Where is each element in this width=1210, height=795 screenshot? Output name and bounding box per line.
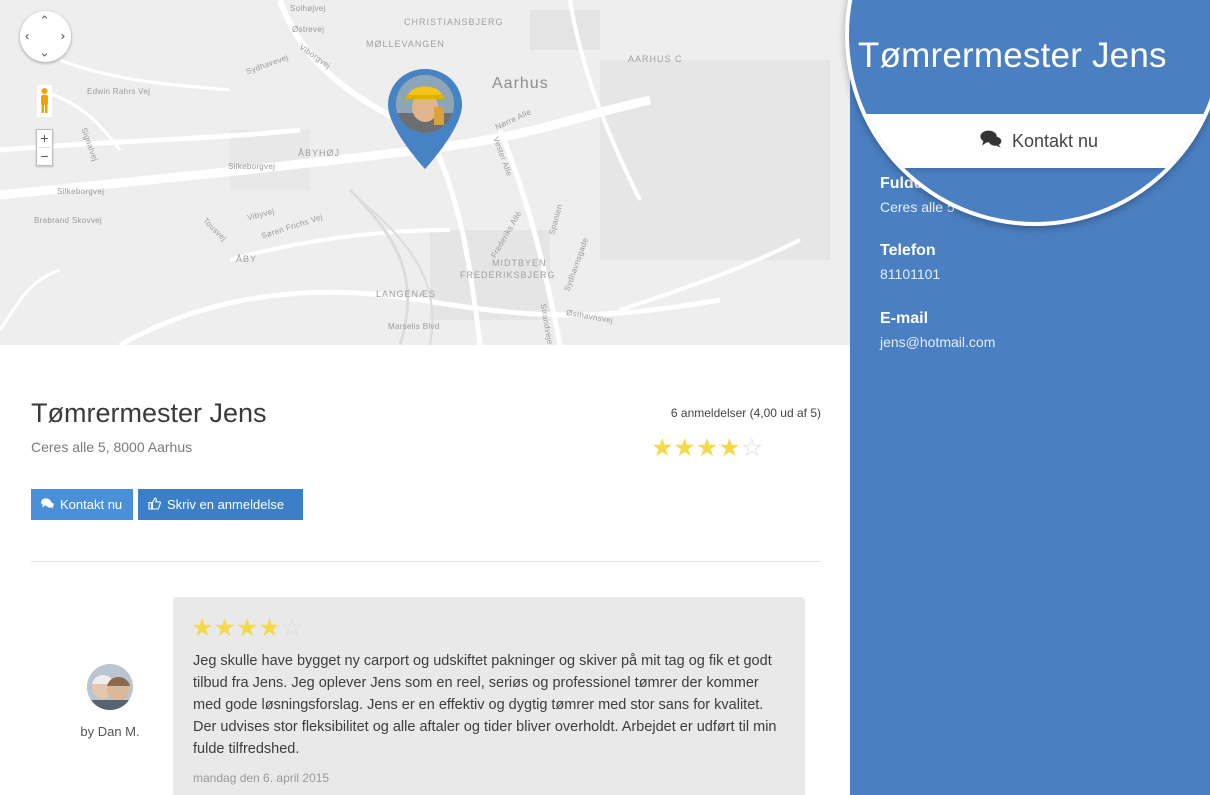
- star-filled-icon: ★: [718, 434, 741, 462]
- map-label: Marselis Blvd: [388, 322, 440, 331]
- map-label: ÅBYHØJ: [298, 148, 341, 158]
- map-label: MØLLEVANGEN: [366, 39, 445, 49]
- section-divider: [31, 561, 821, 562]
- star-filled-icon: ★: [191, 614, 214, 642]
- review-text: Jeg skulle have bygget ny carport og uds…: [193, 653, 777, 757]
- chevron-up-icon[interactable]: ⌃: [39, 14, 50, 27]
- avatar-image: [87, 664, 133, 710]
- write-review-button[interactable]: Skriv en anmeldelse: [138, 489, 303, 520]
- star-filled-icon: ★: [213, 614, 236, 642]
- zoom-in-button[interactable]: +: [37, 130, 52, 147]
- magnified-bar-shadow: [849, 168, 1210, 174]
- pegman-icon[interactable]: [37, 85, 52, 117]
- email-block: E-mail jens@hotmail.com: [880, 310, 995, 350]
- map-label: Silkeborgvej: [57, 187, 105, 196]
- email-value[interactable]: jens@hotmail.com: [880, 334, 995, 350]
- contact-button[interactable]: Kontakt nu: [31, 489, 133, 520]
- star-filled-icon: ★: [235, 614, 259, 642]
- business-address: Ceres alle 5, 8000 Aarhus: [31, 439, 193, 455]
- star-empty-icon: ☆: [740, 434, 764, 462]
- chat-bubbles-icon: [980, 130, 1002, 153]
- reviewer-name: by Dan M.: [80, 724, 140, 739]
- contact-button-label: Kontakt nu: [60, 497, 123, 512]
- phone-value[interactable]: 81101101: [880, 266, 940, 282]
- map-label: ÅBY: [236, 254, 258, 264]
- magnified-contact-label: Kontakt nu: [1011, 130, 1099, 151]
- chat-bubbles-icon: [41, 497, 54, 512]
- map-label-city: Aarhus: [492, 75, 549, 92]
- phone-block: Telefon 81101101: [880, 242, 940, 282]
- chevron-left-icon[interactable]: ⌃: [23, 31, 38, 42]
- avatar: [87, 664, 133, 710]
- zoom-control: + −: [36, 129, 53, 166]
- write-review-button-label: Skriv en anmeldelse: [167, 497, 285, 512]
- map-label: AARHUS C: [628, 54, 683, 64]
- map-label: LANGENÆS: [376, 289, 437, 299]
- page-title: Tømrermester Jens: [31, 398, 267, 428]
- star-filled-icon: ★: [258, 614, 281, 642]
- map-label: CHRISTIANSBJERG: [404, 17, 504, 27]
- chevron-down-icon[interactable]: ⌃: [39, 44, 50, 59]
- thumbs-up-icon: [148, 496, 161, 513]
- map-label: Østrevej: [292, 25, 325, 34]
- star-empty-icon: ☆: [280, 614, 304, 642]
- map-pan-control[interactable]: ⌃ ⌃ ⌃ ⌃: [20, 11, 71, 62]
- star-filled-icon: ★: [695, 434, 719, 462]
- magnified-title: Tømrermester Jens: [858, 36, 1167, 75]
- location-pin-icon[interactable]: [386, 67, 464, 171]
- map-view[interactable]: Solhøjvej Østrevej CHRISTIANSBJERG MØLLE…: [0, 0, 850, 345]
- email-label: E-mail: [880, 310, 929, 327]
- map-label: Silkeborgvej: [228, 162, 276, 171]
- map-label: Brabrand Skovvej: [34, 216, 102, 225]
- review-count[interactable]: 6 anmeldelser (4,00 ud af 5): [671, 406, 821, 420]
- chevron-right-icon[interactable]: ⌃: [52, 31, 67, 42]
- star-filled-icon: ★: [673, 434, 696, 462]
- map-label: MIDTBYEN: [492, 258, 547, 268]
- phone-label: Telefon: [880, 242, 936, 259]
- star-filled-icon: ★: [651, 434, 674, 462]
- map-label: Solhøjvej: [290, 4, 326, 13]
- review-card: ★★★★☆ Jeg skulle have bygget ny carport …: [173, 597, 805, 795]
- magnified-contact-button[interactable]: Kontakt nu: [849, 114, 1210, 168]
- review-date: mandag den 6. april 2015: [193, 771, 330, 785]
- map-label: FREDERIKSBJERG: [460, 270, 556, 280]
- map-label: Edwin Rahrs Vej: [87, 87, 151, 96]
- review-rating-stars: ★★★★☆: [191, 613, 303, 643]
- zoom-out-button[interactable]: −: [37, 148, 52, 165]
- rating-stars: ★★★★☆: [651, 433, 763, 463]
